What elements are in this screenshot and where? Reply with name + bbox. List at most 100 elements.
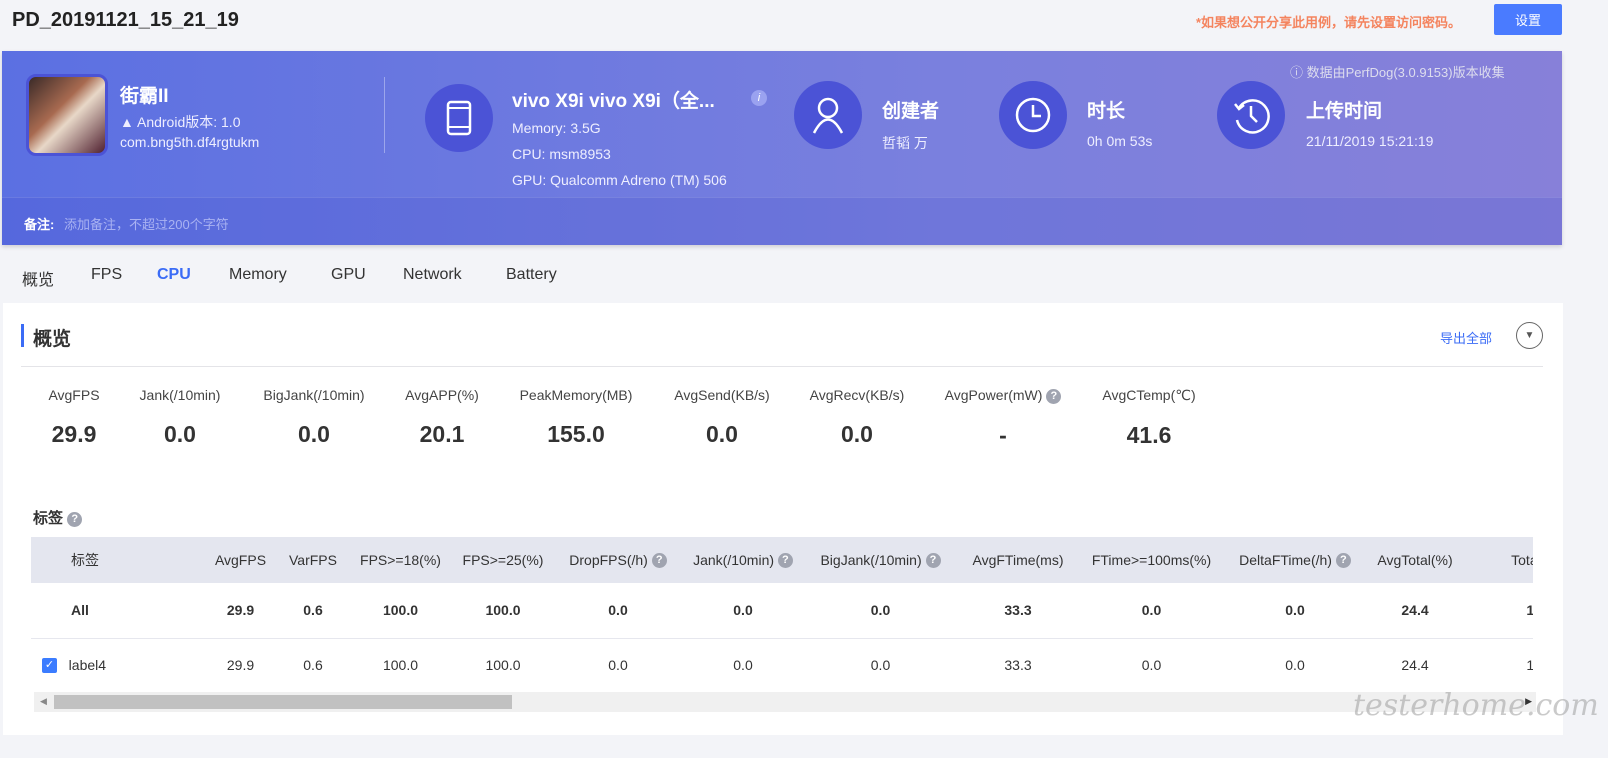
column-header[interactable]: Jank(/10min) ? xyxy=(683,537,803,583)
help-icon[interactable]: ? xyxy=(1335,553,1351,569)
device-cpu: CPU: msm8953 xyxy=(512,146,611,162)
table-cell: 0.0 xyxy=(553,583,683,639)
metric-label: AvgAPP(%) xyxy=(405,387,479,403)
column-header-label: AvgTotal(%) xyxy=(1377,552,1453,568)
history-icon xyxy=(1217,81,1285,149)
tab-memory[interactable]: Memory xyxy=(229,266,287,284)
metric-label: AvgCTemp(℃) xyxy=(1102,387,1196,403)
labels-title: 标签 xyxy=(33,510,64,527)
upload-value: 21/11/2019 15:21:19 xyxy=(1306,133,1434,149)
metric-label: AvgSend(KB/s) xyxy=(674,387,770,403)
section-title: 概览 xyxy=(33,329,72,350)
column-header[interactable]: BigJank(/10min) ? xyxy=(803,537,958,583)
metric-5: AvgSend(KB/s) 0.0 xyxy=(652,387,792,448)
column-header[interactable]: AvgTotal(%) xyxy=(1365,537,1465,583)
help-icon[interactable]: ? xyxy=(777,553,793,569)
table-cell: 0.0 xyxy=(1078,583,1225,639)
metric-6: AvgRecv(KB/s) 0.0 xyxy=(787,387,927,448)
horizontal-scrollbar[interactable]: ◀ ▶ xyxy=(34,692,1536,712)
watermark: testerhome.com xyxy=(1353,688,1599,723)
table-cell: 0.0 xyxy=(683,638,803,692)
metric-3: AvgAPP(%) 20.1 xyxy=(372,387,512,448)
metric-label: AvgFPS xyxy=(48,387,100,403)
column-header[interactable]: FTime>=100ms(%) xyxy=(1078,537,1225,583)
duration-label: 时长 xyxy=(1087,101,1126,122)
user-icon xyxy=(794,81,862,149)
device-name: vivo X9i vivo X9i（全... xyxy=(512,91,715,112)
column-header[interactable]: Total<=6 xyxy=(1465,537,1533,583)
row-checkbox[interactable]: ✓ xyxy=(42,658,57,674)
column-header-label: VarFPS xyxy=(289,552,337,568)
creator-value: 哲韬 万 xyxy=(882,135,928,151)
metric-label: AvgPower(mW) xyxy=(944,387,1043,403)
metric-label: AvgRecv(KB/s) xyxy=(809,387,905,403)
creator-label: 创建者 xyxy=(882,101,940,122)
tab-network[interactable]: Network xyxy=(403,266,462,284)
app-name: 街霸II xyxy=(120,86,169,107)
metric-value: 155.0 xyxy=(547,421,605,447)
table-row: All 29.9 0.6 100.0 100.0 0.0 0.0 0.0 33.3 0.0 0.0 2… xyxy=(31,583,1533,639)
scroll-left-icon[interactable]: ◀ xyxy=(40,696,47,707)
metric-label: PeakMemory(MB) xyxy=(519,387,633,403)
table-cell: 100.0 xyxy=(453,583,553,639)
help-icon[interactable]: ? xyxy=(651,553,667,569)
column-header[interactable]: DropFPS(/h) ? xyxy=(553,537,683,583)
export-all-link[interactable]: 导出全部 xyxy=(1440,328,1492,347)
column-header-label: AvgFPS xyxy=(214,552,267,568)
device-memory: Memory: 3.5G xyxy=(512,120,601,136)
tab-battery[interactable]: Battery xyxy=(506,266,557,284)
table-cell: 33.3 xyxy=(958,638,1078,692)
remark-input[interactable]: 添加备注，不超过200个字符 xyxy=(64,214,464,233)
column-header[interactable]: DeltaFTime(/h) ? xyxy=(1225,537,1365,583)
table-cell: 0.6 xyxy=(278,583,348,639)
help-icon[interactable]: ? xyxy=(925,553,941,569)
table-cell: 0.0 xyxy=(683,583,803,639)
metric-2: BigJank(/10min) 0.0 xyxy=(244,387,384,448)
row-label: label4 xyxy=(68,656,107,673)
column-header-label: Total<=6 xyxy=(1511,552,1533,568)
column-header[interactable]: AvgFPS xyxy=(203,537,278,583)
phone-icon xyxy=(425,84,493,152)
settings-button[interactable]: 设置 xyxy=(1494,4,1562,35)
help-icon[interactable]: ? xyxy=(67,511,83,527)
table-row: ✓ label4 29.9 0.6 100.0 100.0 0.0 0.0 0.0 33.3 0.… xyxy=(31,638,1533,692)
duration-value: 0h 0m 53s xyxy=(1087,133,1153,149)
app-icon xyxy=(26,74,108,156)
info-circle-icon: ⓘ xyxy=(1290,65,1304,80)
column-header-label: 标签 xyxy=(71,552,99,568)
tab-fps[interactable]: FPS xyxy=(91,266,122,284)
column-header[interactable]: FPS>=18(%) xyxy=(348,537,453,583)
collector-note: 数据由PerfDog(3.0.9153)版本收集 xyxy=(1306,65,1505,80)
column-header-label: FPS>=18(%) xyxy=(360,552,441,568)
table-cell: 100 xyxy=(1465,638,1533,692)
table-cell: All xyxy=(31,583,203,639)
table-cell: 0.0 xyxy=(553,638,683,692)
table-cell: 33.3 xyxy=(958,583,1078,639)
info-icon[interactable]: i xyxy=(751,90,767,106)
metric-value: 0.0 xyxy=(841,421,873,447)
help-icon[interactable]: ? xyxy=(1046,388,1062,404)
column-header-label: Jank(/10min) xyxy=(693,551,775,568)
column-header[interactable]: 标签 xyxy=(31,537,203,583)
collapse-toggle-icon[interactable]: ▼ xyxy=(1516,322,1543,349)
android-icon: ▲ xyxy=(120,114,134,130)
column-header[interactable]: AvgFTime(ms) xyxy=(958,537,1078,583)
table-cell: 0.0 xyxy=(803,638,958,692)
column-header[interactable]: VarFPS xyxy=(278,537,348,583)
column-header[interactable]: FPS>=25(%) xyxy=(453,537,553,583)
divider xyxy=(384,77,385,153)
metric-value: 0.0 xyxy=(706,421,738,447)
table-cell: ✓ label4 xyxy=(31,638,203,692)
tab-cpu[interactable]: CPU xyxy=(157,266,191,284)
table-cell: 0.0 xyxy=(803,583,958,639)
scrollbar-thumb[interactable] xyxy=(54,695,512,709)
metric-value: 41.6 xyxy=(1126,422,1172,448)
table-cell: 29.9 xyxy=(203,638,278,692)
overview-card: 概览 导出全部 ▼ AvgFPS 29.9 Jank(/10min) 0.0 BigJa… xyxy=(3,303,1599,735)
tab-gpu[interactable]: GPU xyxy=(331,266,366,284)
section-accent xyxy=(21,324,24,347)
column-header-label: DeltaFTime(/h) xyxy=(1239,551,1332,568)
tab-overview[interactable]: 概览 xyxy=(22,266,54,290)
column-header-label: DropFPS(/h) xyxy=(569,551,648,568)
table-cell: 0.6 xyxy=(278,638,348,692)
